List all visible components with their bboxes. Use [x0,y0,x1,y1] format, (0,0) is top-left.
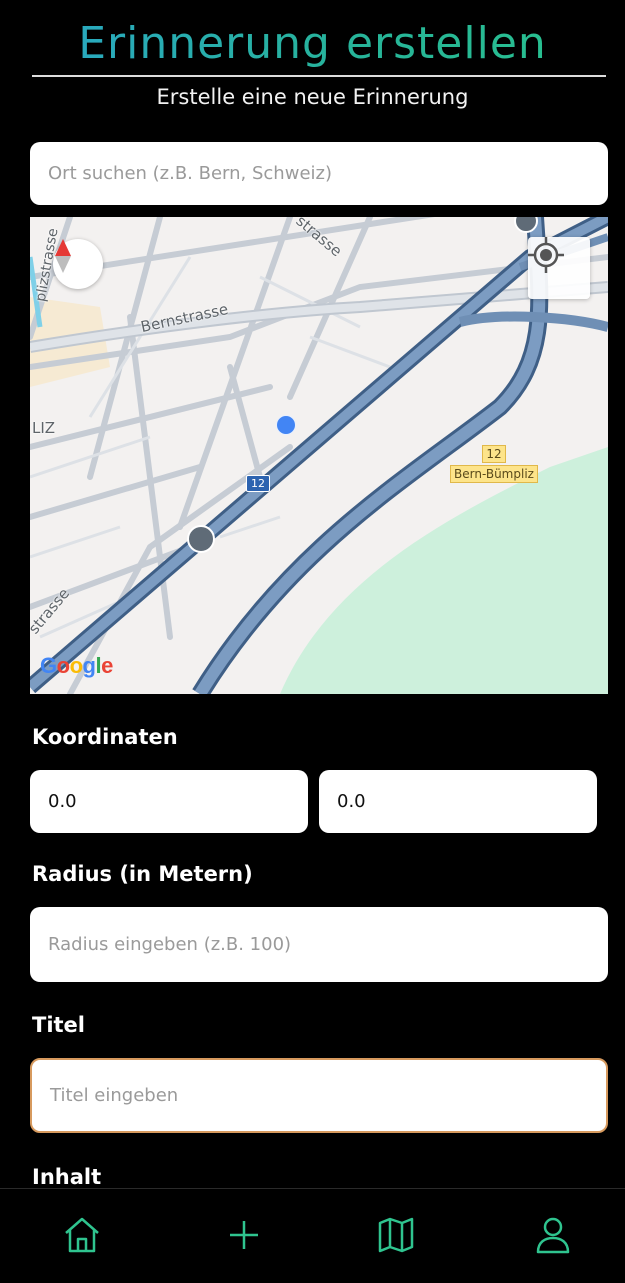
map-icon [378,1217,414,1253]
map-view[interactable]: Bernstrasse strasse strasse plizstrasse … [30,217,608,694]
my-location-button[interactable] [528,237,590,299]
location-search-placeholder: Ort suchen (z.B. Bern, Schweiz) [48,163,332,184]
bottom-navigation [0,1188,625,1283]
radius-placeholder: Radius eingeben (z.B. 100) [48,934,292,955]
location-dot [276,415,296,435]
longitude-input[interactable]: 0.0 [319,770,597,833]
compass-icon [55,239,71,273]
exit-number-badge: 12 [482,445,506,463]
latitude-input[interactable]: 0.0 [30,770,308,833]
exit-marker: 12 Bern-Bümpliz [450,443,538,483]
longitude-value: 0.0 [337,791,366,812]
nav-home[interactable] [52,1205,112,1265]
content-label: Inhalt [32,1165,102,1189]
page-title: Erinnerung erstellen [0,18,625,70]
page-subtitle: Erstelle eine neue Erinnerung [156,85,469,109]
train-station-icon[interactable] [187,525,215,553]
latitude-value: 0.0 [48,791,77,812]
compass-button[interactable] [53,239,103,289]
exit-name-badge: Bern-Bümpliz [450,465,538,483]
coordinates-label: Koordinaten [32,725,178,749]
nav-add[interactable] [214,1205,274,1265]
header-divider [32,75,606,77]
title-input[interactable]: Titel eingeben [30,1058,608,1133]
radius-label: Radius (in Metern) [32,862,253,886]
nav-profile[interactable] [523,1205,583,1265]
home-icon [65,1217,99,1253]
radius-input[interactable]: Radius eingeben (z.B. 100) [30,907,608,982]
user-icon [536,1217,570,1254]
location-search-input[interactable]: Ort suchen (z.B. Bern, Schweiz) [30,142,608,205]
create-reminder-screen: Erinnerung erstellen Erstelle eine neue … [0,0,625,1283]
plus-icon [230,1221,258,1249]
highway-badge: 12 [246,475,270,492]
google-logo: Google [40,653,113,678]
map-label-liz: LIZ [32,419,56,437]
nav-map[interactable] [366,1205,426,1265]
crosshair-icon [528,237,564,273]
title-label: Titel [32,1013,86,1037]
title-placeholder: Titel eingeben [50,1085,179,1106]
